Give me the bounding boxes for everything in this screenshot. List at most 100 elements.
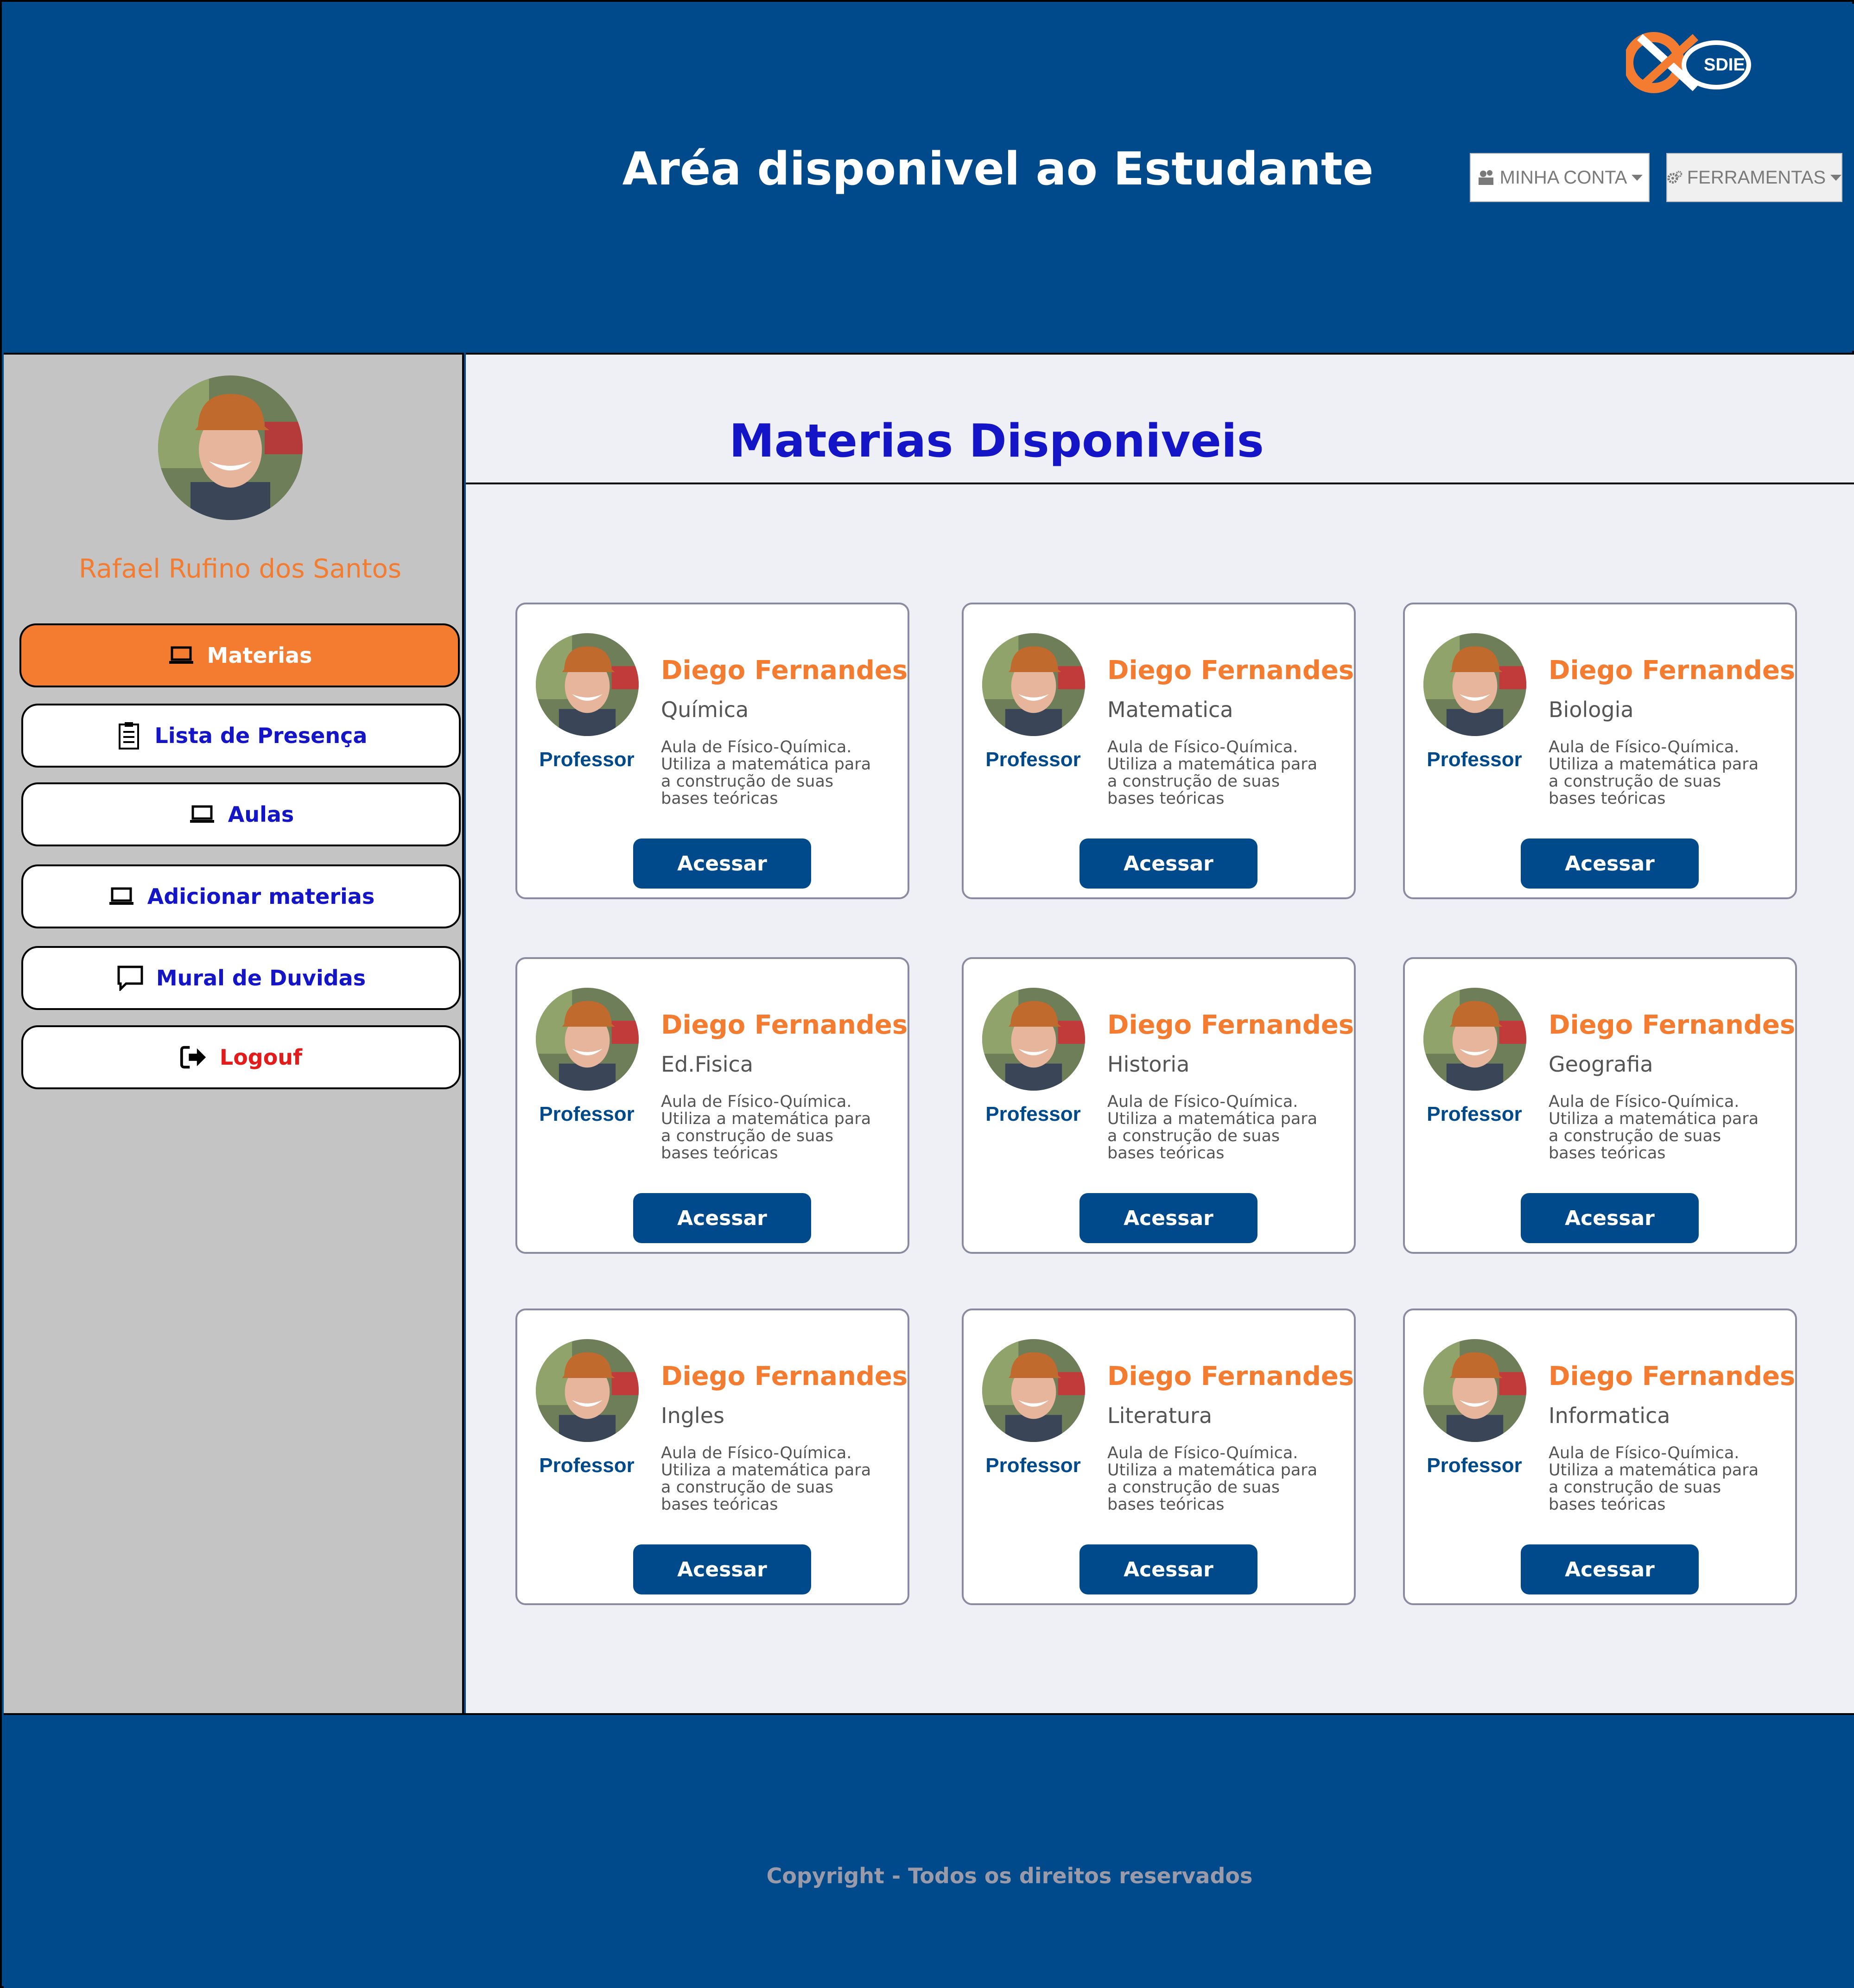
subject-name: Historia (1107, 1052, 1190, 1077)
teacher-name: Diego Fernandes (1549, 1010, 1796, 1040)
access-button[interactable]: Acessar (1079, 1193, 1257, 1243)
subject-description: Aula de Físico-Química. Utiliza a matemá… (1549, 738, 1759, 808)
teacher-name: Diego Fernandes (661, 1010, 908, 1040)
nav-label: Logouf (219, 1045, 303, 1070)
teacher-role: Professor (1427, 1103, 1522, 1125)
student-name: Rafael Rufino dos Santos (78, 554, 402, 584)
nav-label: Mural de Duvidas (156, 965, 366, 991)
tools-button[interactable]: FERRAMENTAS (1666, 153, 1842, 202)
teacher-name: Diego Fernandes (1549, 1361, 1796, 1391)
copyright-text: Copyright - Todos os direitos reservados (766, 1863, 1253, 1888)
laptop-icon (108, 883, 135, 910)
laptop-icon (188, 800, 216, 828)
subject-card: Professor Diego Fernandes Informatica Aula … (1403, 1308, 1797, 1605)
teacher-name: Diego Fernandes (1107, 1010, 1354, 1040)
main-content: Materias Disponiveis Professor Diego Fern… (466, 353, 1854, 1713)
teacher-name: Diego Fernandes (1107, 1361, 1354, 1391)
nav-item-materias[interactable]: Materias (19, 623, 460, 687)
header: Aréa disponivel ao Estudante SDIE MINHA … (4, 4, 1854, 351)
subject-name: Química (661, 697, 749, 722)
subject-description: Aula de Físico-Química. Utiliza a matemá… (1549, 1444, 1759, 1514)
teacher-role: Professor (985, 1454, 1081, 1477)
nav-item-mural-de-duvidas[interactable]: Mural de Duvidas (21, 946, 461, 1010)
subject-name: Geografia (1549, 1052, 1653, 1077)
access-button[interactable]: Acessar (1521, 1193, 1699, 1243)
subject-description: Aula de Físico-Química. Utiliza a matemá… (661, 738, 871, 808)
teacher-role: Professor (985, 1103, 1081, 1125)
sidebar: Rafael Rufino dos Santos Materias Lista … (4, 353, 464, 1713)
gear-icon (1667, 171, 1683, 184)
tools-label: FERRAMENTAS (1687, 167, 1826, 188)
access-button[interactable]: Acessar (1079, 838, 1257, 889)
subject-description: Aula de Físico-Química. Utiliza a matemá… (1107, 738, 1318, 808)
teacher-avatar (1423, 988, 1526, 1091)
access-button[interactable]: Acessar (633, 838, 811, 889)
teacher-role: Professor (1427, 748, 1522, 771)
my-account-label: MINHA CONTA (1499, 167, 1627, 188)
student-avatar (158, 375, 303, 520)
subject-card: Professor Diego Fernandes Química Aula de F… (515, 603, 909, 899)
user-icon (1478, 170, 1493, 185)
access-button[interactable]: Acessar (1079, 1544, 1257, 1594)
teacher-avatar (536, 633, 639, 736)
subject-name: Ed.Fisica (661, 1052, 754, 1077)
nav-label: Aulas (228, 802, 294, 827)
app-frame: Aréa disponivel ao Estudante SDIE MINHA … (0, 0, 1854, 1988)
logout-icon (180, 1043, 208, 1071)
nav-label: Materias (207, 643, 312, 668)
subject-card: Professor Diego Fernandes Matematica Aula d… (962, 603, 1356, 899)
nav-label: Lista de Presença (154, 723, 368, 748)
footer: Copyright - Todos os direitos reservados (4, 1713, 1854, 1988)
access-button[interactable]: Acessar (633, 1544, 811, 1594)
subject-description: Aula de Físico-Química. Utiliza a matemá… (1549, 1092, 1759, 1162)
teacher-avatar (1423, 633, 1526, 736)
access-button[interactable]: Acessar (1521, 1544, 1699, 1594)
chevron-down-icon (1632, 174, 1643, 181)
subject-description: Aula de Físico-Química. Utiliza a matemá… (1107, 1444, 1318, 1514)
access-button[interactable]: Acessar (1521, 838, 1699, 889)
teacher-name: Diego Fernandes (661, 655, 908, 686)
teacher-avatar (1423, 1339, 1526, 1442)
laptop-icon (167, 641, 195, 669)
subject-card: Professor Diego Fernandes Literatura Aula d… (962, 1308, 1356, 1605)
teacher-name: Diego Fernandes (1107, 655, 1354, 686)
my-account-button[interactable]: MINHA CONTA (1470, 153, 1650, 202)
nav-item-lista-de-presenca[interactable]: Lista de Presença (21, 704, 461, 768)
access-button[interactable]: Acessar (633, 1193, 811, 1243)
teacher-avatar (982, 633, 1085, 736)
subject-description: Aula de Físico-Química. Utiliza a matemá… (661, 1092, 871, 1162)
subject-name: Informatica (1549, 1403, 1670, 1428)
main-title-bar: Materias Disponiveis (466, 355, 1854, 484)
chat-icon (116, 964, 144, 992)
nav-label: Adicionar materias (147, 884, 375, 909)
chevron-down-icon (1830, 174, 1841, 181)
teacher-avatar (982, 1339, 1085, 1442)
subject-description: Aula de Físico-Química. Utiliza a matemá… (1107, 1092, 1318, 1162)
teacher-avatar (982, 988, 1085, 1091)
teacher-role: Professor (1427, 1454, 1522, 1477)
teacher-role: Professor (539, 1103, 635, 1125)
subject-card: Professor Diego Fernandes Geografia Aula de… (1403, 957, 1797, 1254)
subject-name: Biologia (1549, 697, 1634, 722)
subject-card: Professor Diego Fernandes Ingles Aula de Fí… (515, 1308, 909, 1605)
subject-card: Professor Diego Fernandes Biologia Aula de … (1403, 603, 1797, 899)
subject-description: Aula de Físico-Química. Utiliza a matemá… (661, 1444, 871, 1514)
subject-name: Ingles (661, 1403, 724, 1428)
section-title: Materias Disponiveis (729, 415, 1264, 468)
teacher-role: Professor (985, 748, 1081, 771)
teacher-role: Professor (539, 748, 635, 771)
subject-card: Professor Diego Fernandes Historia Aula de … (962, 957, 1356, 1254)
teacher-avatar (536, 1339, 639, 1442)
teacher-name: Diego Fernandes (661, 1361, 908, 1391)
sdie-logo[interactable]: SDIE (1626, 28, 1765, 97)
nav-item-logout[interactable]: Logouf (21, 1025, 461, 1089)
clipboard-icon (115, 722, 143, 749)
teacher-avatar (536, 988, 639, 1091)
subject-name: Literatura (1107, 1403, 1213, 1428)
svg-text:SDIE: SDIE (1704, 55, 1745, 75)
subject-card: Professor Diego Fernandes Ed.Fisica Aula de… (515, 957, 909, 1254)
subject-name: Matematica (1107, 697, 1233, 722)
nav-item-aulas[interactable]: Aulas (21, 782, 461, 846)
nav-item-adicionar-materias[interactable]: Adicionar materias (21, 864, 461, 928)
teacher-name: Diego Fernandes (1549, 655, 1796, 686)
